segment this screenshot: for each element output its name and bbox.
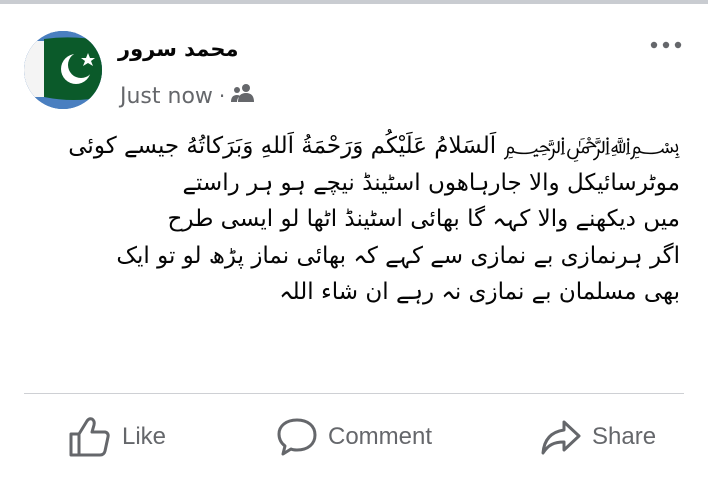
comment-button[interactable]: Comment bbox=[276, 408, 432, 466]
like-button[interactable]: Like bbox=[68, 408, 166, 466]
share-label: Share bbox=[592, 423, 657, 450]
comment-icon bbox=[276, 417, 318, 457]
post-timestamp[interactable]: Just now bbox=[120, 84, 213, 109]
thumbs-up-icon bbox=[68, 416, 112, 458]
like-label: Like bbox=[122, 423, 167, 450]
post-actions-bar: Like Comment Share bbox=[0, 408, 708, 466]
post-text-line: میں دیکھنے والا کہہ گا بھائی اسٹینڈ اٹھا… bbox=[167, 206, 680, 232]
post-meta: Just now · bbox=[120, 83, 255, 109]
author-name[interactable]: محمد سرور bbox=[118, 37, 239, 61]
friends-icon[interactable] bbox=[231, 83, 255, 109]
post-text-line: موٹرسائیکل والا جارہاھوں اسٹینڈ نیچے ہو … bbox=[182, 169, 680, 196]
post-text-line: ﷽ اَلسَلامُ عَلَيْكُم وَرَحْمَةُ اَللهِ … bbox=[68, 133, 680, 159]
actions-divider bbox=[24, 393, 684, 394]
comment-label: Comment bbox=[328, 423, 433, 450]
share-arrow-icon bbox=[540, 417, 582, 457]
post-text: ﷽ اَلسَلامُ عَلَيْكُم وَرَحْمَةُ اَللهِ … bbox=[30, 128, 680, 311]
pakistan-flag-avatar-image bbox=[24, 31, 102, 109]
post-text-line: اگر ہرنمازی بے نمازی سے کہے کہ بھائی نما… bbox=[116, 242, 680, 269]
share-button[interactable]: Share bbox=[540, 408, 656, 466]
meta-separator: · bbox=[218, 84, 226, 108]
more-options-icon[interactable] bbox=[648, 36, 684, 54]
avatar[interactable] bbox=[24, 31, 102, 109]
post-text-line: بھی مسلمان بے نمازی نہ رہے ان شاء اللہ bbox=[279, 279, 680, 305]
top-border bbox=[0, 0, 708, 4]
